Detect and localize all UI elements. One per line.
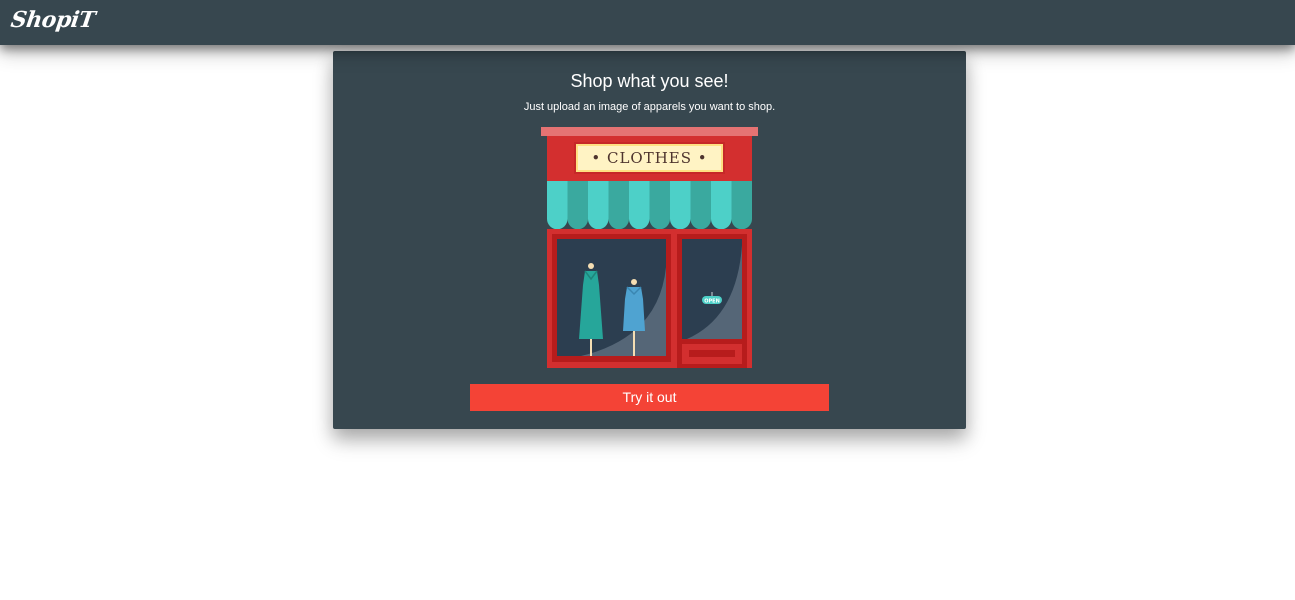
store-roof [541,127,758,136]
hero-title: Shop what you see! [570,71,729,91]
top-navbar: ShopiT [0,0,1295,45]
open-sign-text: OPEN [704,299,720,305]
store-sign-text: • CLOTHES • [591,149,707,167]
clothes-store-illustration: • CLOTHES • OPEN [541,127,758,368]
hero-subtitle: Just upload an image of apparels you wan… [523,101,776,113]
try-it-out-button[interactable]: Try it out [470,384,829,411]
brand-logo[interactable]: ShopiT [9,7,96,33]
store-awning [547,181,752,230]
hero-card: Shop what you see! Just upload an image … [333,51,966,429]
